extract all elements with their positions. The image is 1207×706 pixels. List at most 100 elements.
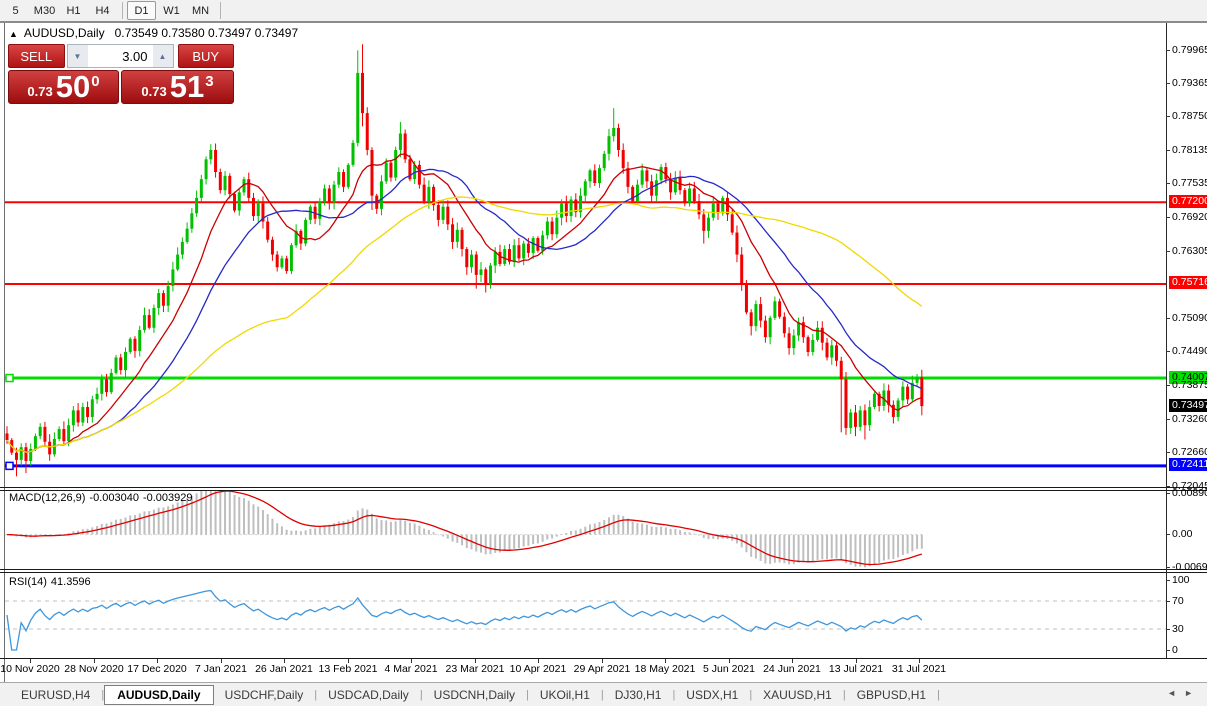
candle-body — [280, 258, 283, 267]
candle-body — [764, 321, 767, 338]
tab-scroll-right-icon[interactable]: ► — [1184, 688, 1201, 698]
candle-body — [48, 442, 51, 455]
macd-histogram-bar — [504, 535, 506, 551]
candle-body — [209, 150, 212, 159]
candle-body — [15, 453, 18, 460]
line-marker-icon[interactable] — [6, 375, 13, 382]
macd-histogram-bar — [527, 535, 529, 546]
candle-body — [138, 330, 141, 351]
date-label: 13 Jul 2021 — [829, 663, 883, 675]
price-axis-label: 0.78135 — [1172, 144, 1207, 156]
chart-tab-usdcad[interactable]: USDCAD,Daily — [317, 685, 420, 705]
time-axis-separator — [0, 658, 1207, 659]
macd-histogram-bar — [248, 501, 250, 535]
price-axis-label: 0.79965 — [1172, 44, 1207, 56]
macd-histogram-bar — [807, 535, 809, 563]
chart-tab-ukoil[interactable]: UKOil,H1 — [529, 685, 601, 705]
candle-body — [370, 150, 373, 196]
macd-histogram-bar — [181, 500, 183, 534]
candle-body — [906, 387, 909, 400]
chart-tab-eurusd[interactable]: EURUSD,H4 — [10, 685, 101, 705]
candle-body — [465, 249, 468, 267]
candle-body — [271, 240, 274, 255]
candle-body — [783, 317, 786, 334]
price-chart-pane[interactable] — [5, 23, 1166, 488]
macd-histogram-bar — [461, 535, 463, 546]
rsi-canvas[interactable] — [5, 573, 1166, 658]
candle-body — [745, 285, 748, 313]
candle-body — [693, 189, 696, 202]
tab-scroll-left-icon[interactable]: ◄ — [1167, 688, 1184, 698]
price-axis-label: 0.74490 — [1172, 345, 1207, 357]
macd-histogram-bar — [608, 517, 610, 534]
macd-main-value: -0.003040 — [89, 492, 139, 504]
candle-body — [844, 380, 847, 428]
candle-body — [115, 357, 118, 372]
macd-histogram-bar — [234, 495, 236, 535]
macd-histogram-bar — [921, 535, 923, 549]
price-axis-chip-red: 0.77200 — [1169, 195, 1207, 208]
date-label: 10 Apr 2021 — [510, 663, 567, 675]
candle-body — [645, 170, 648, 181]
candle-body — [626, 168, 629, 187]
candle-body — [309, 207, 312, 220]
price-chart-canvas[interactable] — [5, 23, 1166, 488]
candle-body — [655, 180, 658, 195]
pane-separator[interactable] — [0, 569, 1207, 570]
chart-tab-usdcnh[interactable]: USDCNH,Daily — [423, 685, 526, 705]
macd-histogram-bar — [570, 531, 572, 535]
line-marker-icon[interactable] — [6, 462, 13, 469]
chart-tab-gbpusd[interactable]: GBPUSD,H1 — [846, 685, 937, 705]
macd-histogram-bar — [409, 523, 411, 535]
candle-body — [205, 159, 208, 179]
timeframe-button-h4[interactable]: H4 — [89, 2, 116, 19]
candle-body — [584, 181, 587, 195]
timeframe-button-w1[interactable]: W1 — [158, 2, 185, 19]
candle-body — [570, 200, 573, 217]
pane-separator[interactable] — [0, 487, 1207, 488]
candle-body — [916, 377, 919, 383]
candle-body — [788, 333, 791, 348]
chart-tab-usdchf[interactable]: USDCHF,Daily — [214, 685, 315, 705]
macd-histogram-bar — [262, 510, 264, 535]
macd-histogram-bar — [433, 532, 435, 534]
date-label: 10 Nov 2020 — [0, 663, 60, 675]
candle-body — [394, 150, 397, 178]
macd-histogram-bar — [537, 535, 539, 544]
price-axis-label: 0.72660 — [1172, 446, 1207, 458]
macd-tick — [1166, 534, 1170, 535]
candle-body — [773, 301, 776, 318]
timeframe-button-m30[interactable]: M30 — [31, 2, 58, 19]
macd-histogram-bar — [556, 535, 558, 537]
candle-body — [503, 249, 506, 264]
candle-body — [190, 213, 193, 228]
rsi-axis-label: 70 — [1172, 595, 1184, 607]
timeframe-button-mn[interactable]: MN — [187, 2, 214, 19]
timeframe-button-h1[interactable]: H1 — [60, 2, 87, 19]
candle-body — [811, 340, 814, 352]
macd-histogram-bar — [684, 532, 686, 535]
chart-tab-audusd[interactable]: AUDUSD,Daily — [104, 685, 213, 705]
candle-body — [171, 269, 174, 286]
macd-histogram-bar — [646, 525, 648, 535]
candle-body — [418, 165, 421, 185]
price-tick — [1166, 217, 1170, 218]
candle-body — [707, 218, 710, 231]
candle-body — [285, 258, 288, 271]
chart-tab-usdx[interactable]: USDX,H1 — [675, 685, 749, 705]
macd-histogram-bar — [869, 535, 871, 567]
price-tick — [1166, 251, 1170, 252]
chart-tab-xauusd[interactable]: XAUUSD,H1 — [752, 685, 843, 705]
rsi-indicator-pane[interactable] — [5, 573, 1166, 658]
timeframe-button-d1[interactable]: D1 — [127, 1, 156, 20]
macd-histogram-bar — [826, 535, 828, 560]
macd-histogram-bar — [489, 535, 491, 555]
macd-histogram-bar — [271, 519, 273, 535]
chart-tab-dj30[interactable]: DJ30,H1 — [604, 685, 673, 705]
macd-histogram-bar — [542, 535, 544, 542]
timeframe-button-5[interactable]: 5 — [2, 2, 29, 19]
macd-histogram-bar — [347, 520, 349, 535]
candle-body — [143, 315, 146, 330]
macd-signal-value: -0.003929 — [143, 492, 193, 504]
candle-body — [266, 222, 269, 240]
